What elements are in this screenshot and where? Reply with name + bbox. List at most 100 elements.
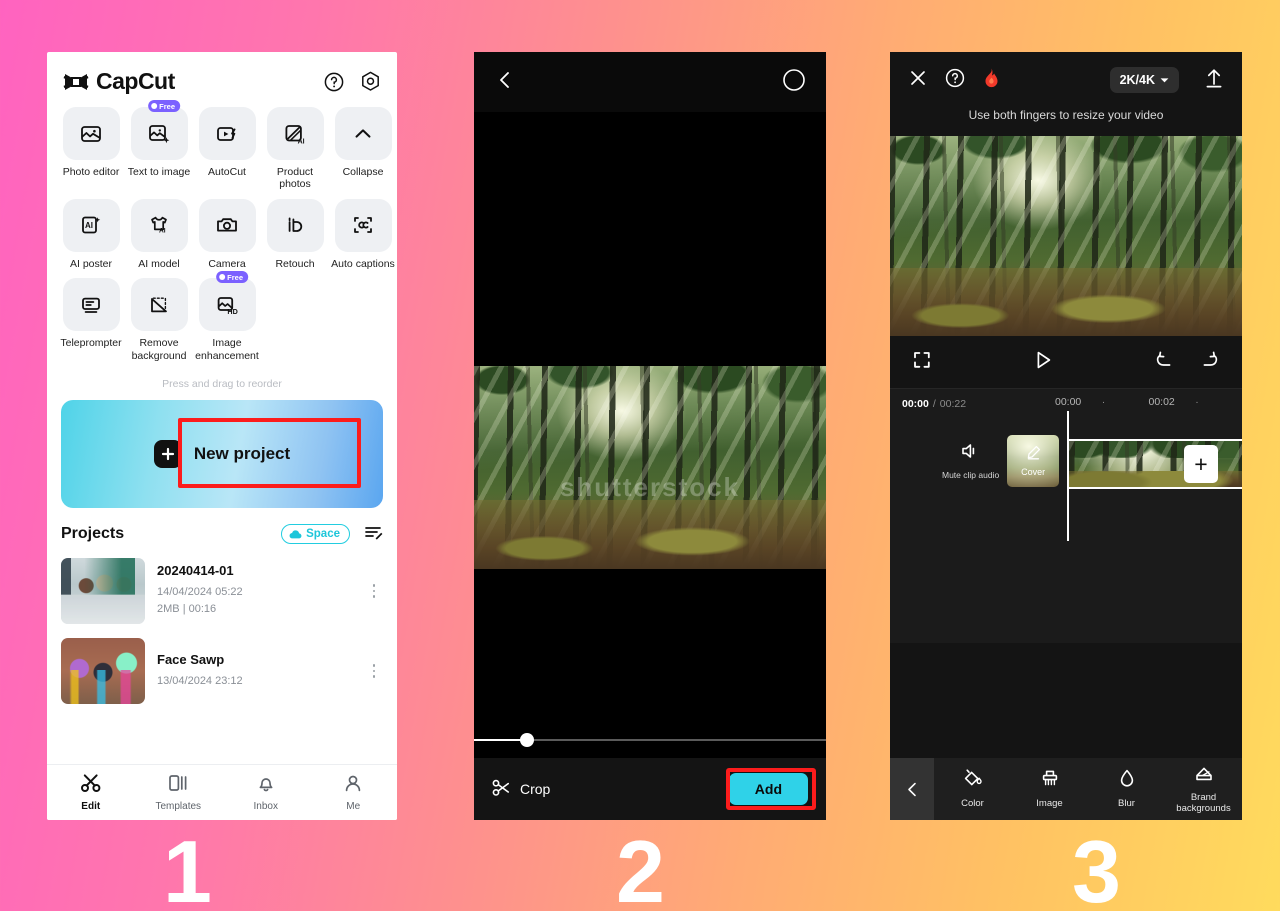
remove-background-icon: [130, 278, 188, 332]
resize-hint: Use both fingers to resize your video: [968, 108, 1164, 122]
free-badge-label: Free: [159, 101, 176, 111]
circle-select-icon[interactable]: [782, 68, 806, 97]
tool-label: Retouch: [275, 257, 315, 270]
tool-ai-model[interactable]: AI AI model: [127, 198, 191, 270]
editor-top-bar: 2K/4K: [890, 52, 1242, 108]
tool-blur[interactable]: Blur: [1088, 768, 1165, 810]
settings-icon[interactable]: [360, 71, 381, 92]
tool-row-2: AI AI poster AI AI model Camera Retouch …: [57, 198, 395, 278]
tool-label: Brand backgrounds: [1176, 791, 1231, 814]
help-icon[interactable]: [945, 68, 965, 93]
project-name: Face Sawp: [157, 651, 225, 667]
crop-scissors-icon: [492, 779, 511, 800]
preview-canvas[interactable]: shutterstock: [474, 112, 826, 784]
tab-inbox[interactable]: Inbox: [222, 773, 310, 812]
tab-label: Inbox: [253, 801, 278, 812]
tool-brand-backgrounds[interactable]: Brand backgrounds: [1165, 764, 1242, 815]
redo-icon[interactable]: [1200, 350, 1220, 375]
tool-auto-captions[interactable]: Auto captions: [331, 198, 395, 270]
tool-image-enhancement[interactable]: Free HD Image enhancement: [195, 271, 259, 362]
svg-text:HD: HD: [227, 307, 237, 316]
tool-teleprompter[interactable]: Teleprompter: [59, 278, 123, 362]
ai-model-icon: AI: [130, 198, 188, 252]
tool-product-photos[interactable]: AI Product photos: [263, 107, 327, 191]
slider-knob[interactable]: [520, 733, 534, 747]
space-label: Space: [306, 528, 340, 541]
timeline[interactable]: 00:00 / 00:22 00:00 · 00:02 · Mute clip …: [890, 388, 1242, 643]
tool-ai-poster[interactable]: AI AI poster: [59, 198, 123, 270]
undo-icon[interactable]: [1154, 350, 1174, 375]
free-badge: Free: [148, 100, 181, 112]
tool-label: Image: [1036, 798, 1063, 810]
tab-edit[interactable]: Edit: [47, 773, 135, 812]
tab-templates[interactable]: Templates: [135, 773, 223, 812]
tool-autocut[interactable]: AutoCut: [195, 107, 259, 191]
tab-label: Me: [346, 801, 361, 812]
list-item[interactable]: Face Sawp 13/04/2024 23:12: [47, 631, 397, 711]
cover-label: Cover: [1021, 467, 1046, 477]
space-button[interactable]: Space: [281, 524, 350, 545]
new-project-label: New project: [193, 443, 291, 463]
app-name: CapCut: [96, 68, 175, 94]
tool-color[interactable]: Color: [934, 768, 1011, 810]
import-top-bar: [474, 52, 826, 112]
tools-back-button[interactable]: [890, 758, 934, 820]
zoom-slider[interactable]: [474, 730, 826, 750]
bottom-tab-bar: Edit Templates Inbox Me: [47, 764, 397, 820]
export-upload-icon[interactable]: [1204, 67, 1224, 94]
crop-label: Crop: [520, 781, 551, 797]
fullscreen-icon[interactable]: [912, 350, 932, 375]
reorder-hint: Press and drag to reorder: [162, 377, 282, 390]
projects-header: Projects Space: [47, 508, 397, 551]
project-size: 2MB: [157, 603, 180, 616]
tool-camera[interactable]: Camera: [195, 198, 259, 270]
chevron-left-icon[interactable]: [494, 69, 516, 96]
list-item[interactable]: 20240414-01 14/04/2024 05:22 2MB | 00:16: [47, 551, 397, 631]
svg-text:AI: AI: [298, 138, 305, 145]
sort-edit-icon[interactable]: [364, 524, 383, 545]
free-badge: Free: [216, 271, 249, 284]
product-photos-icon: AI: [266, 107, 324, 160]
crop-button[interactable]: Crop: [492, 779, 550, 800]
step-number-2: 2: [616, 822, 665, 911]
projects-title: Projects: [61, 525, 125, 543]
step-number-1: 1: [163, 822, 212, 911]
project-more-icon[interactable]: [365, 583, 383, 598]
bell-icon: [255, 773, 277, 798]
close-icon[interactable]: [908, 68, 928, 93]
resolution-selector[interactable]: 2K/4K: [1109, 67, 1179, 93]
pencil-icon: [1026, 445, 1041, 465]
time-current: 00:00: [902, 397, 929, 410]
plus-icon: [153, 439, 182, 468]
flame-icon[interactable]: [982, 67, 1001, 94]
brand-backgrounds-icon: [1192, 764, 1216, 789]
speaker-mute-icon: [960, 442, 982, 465]
tool-text-to-image[interactable]: Free Text to image: [127, 100, 191, 191]
timeline-ruler: 00:00 · 00:02 ·: [1055, 396, 1242, 408]
add-clip-button[interactable]: +: [1184, 445, 1218, 483]
editor-preview-image[interactable]: [890, 136, 1242, 336]
tool-label: Color: [961, 798, 984, 810]
project-more-icon[interactable]: [365, 663, 383, 678]
tab-me[interactable]: Me: [310, 773, 398, 812]
play-icon[interactable]: [1032, 349, 1054, 376]
resolution-label: 2K/4K: [1119, 73, 1155, 87]
tool-image[interactable]: Image: [1011, 768, 1088, 810]
tool-label: AI poster: [69, 257, 113, 270]
project-duration: 00:16: [188, 603, 217, 616]
tool-label: Remove background: [131, 337, 187, 362]
tool-retouch[interactable]: Retouch: [263, 198, 327, 270]
tool-photo-editor[interactable]: Photo editor: [59, 107, 123, 191]
cover-button[interactable]: Cover: [1007, 435, 1060, 487]
ruler-tick: ·: [1101, 396, 1106, 408]
tool-collapse[interactable]: Collapse: [331, 107, 395, 191]
ruler-tick: 00:00: [1055, 396, 1082, 408]
mute-clip-audio-button[interactable]: Mute clip audio: [942, 442, 999, 480]
image-enhancement-icon: HD: [198, 278, 256, 332]
ai-poster-icon: AI: [62, 198, 120, 252]
svg-text:AI: AI: [159, 228, 166, 235]
tool-remove-background[interactable]: Remove background: [127, 278, 191, 362]
help-icon[interactable]: [324, 72, 344, 92]
new-project-button[interactable]: New project: [61, 399, 383, 508]
templates-icon: [167, 773, 189, 798]
